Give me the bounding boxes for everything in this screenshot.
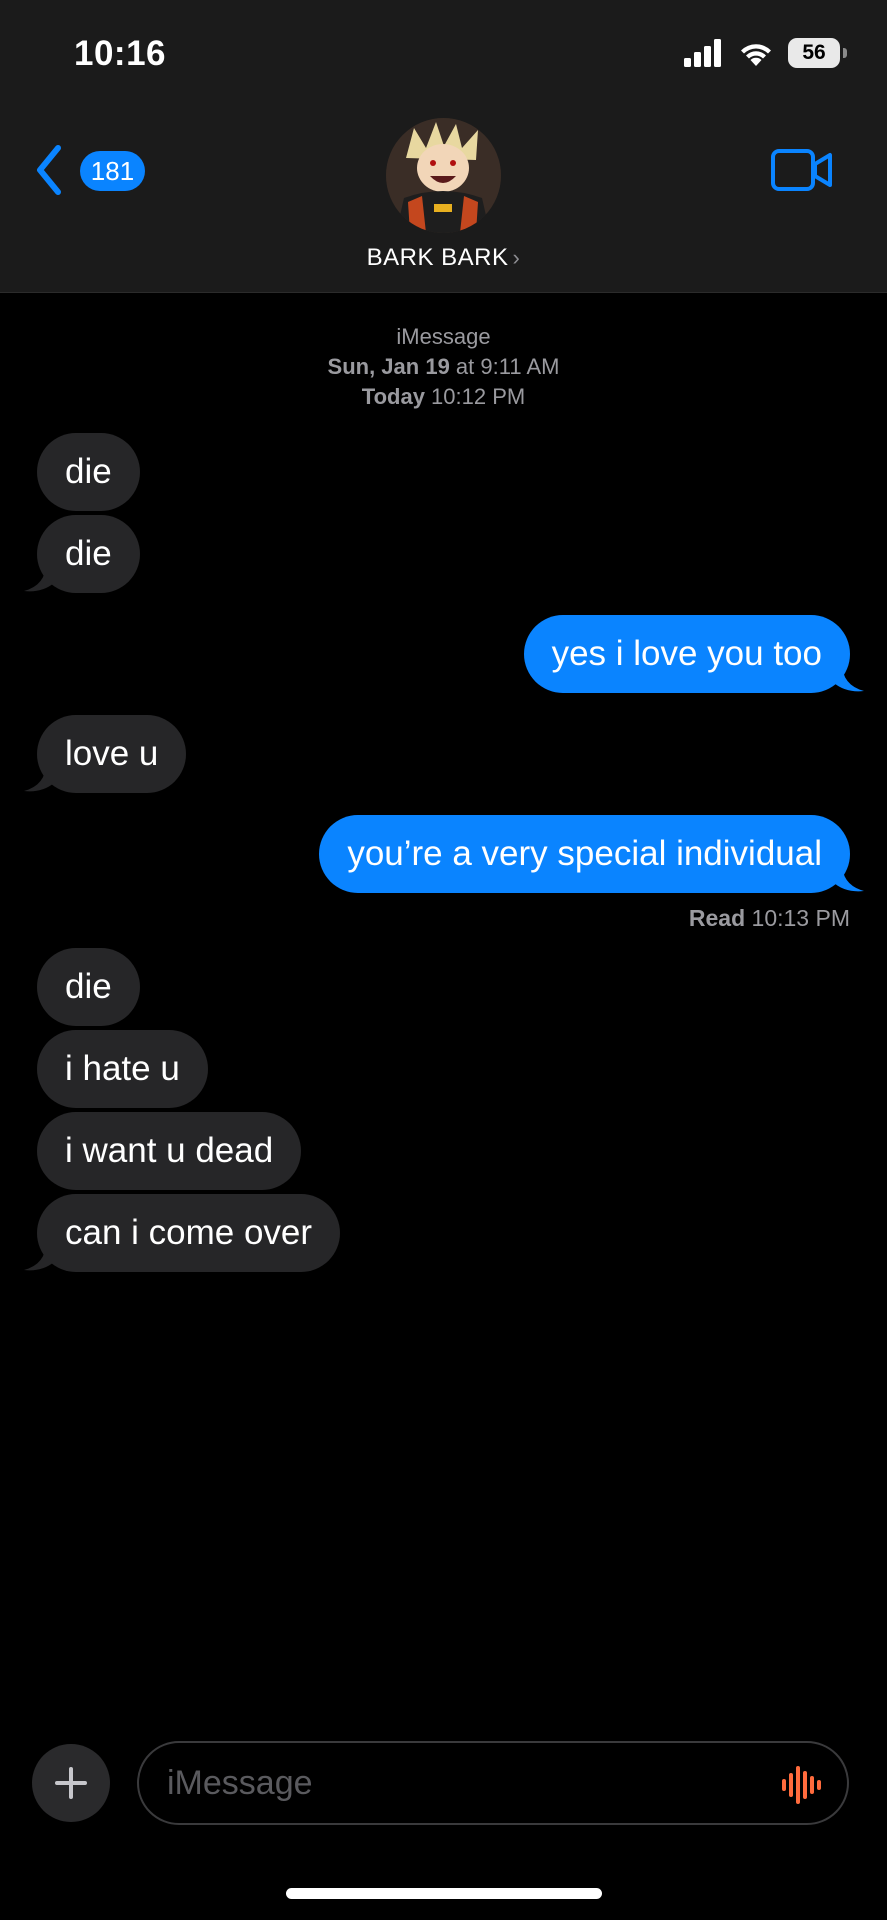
first-date-day: Sun, Jan 19 — [327, 354, 450, 379]
message-bubble-received[interactable]: love u — [37, 715, 187, 793]
back-chevron-icon[interactable] — [34, 144, 64, 196]
unread-count-badge[interactable]: 181 — [80, 151, 145, 191]
video-camera-icon[interactable] — [770, 148, 834, 192]
signal-icon — [684, 39, 721, 67]
message-text: i want u dead — [65, 1131, 274, 1170]
first-message-date: Sun, Jan 19 at 9:11 AM — [0, 352, 887, 382]
read-label: Read — [688, 905, 746, 931]
service-label: iMessage — [396, 324, 491, 349]
message-bubble-received[interactable]: die — [37, 948, 140, 1026]
message-bubble-sent[interactable]: you’re a very special individual — [319, 815, 850, 893]
bubble-tail — [834, 863, 864, 892]
message-text: die — [65, 967, 112, 1006]
battery-nub — [843, 48, 847, 58]
today-time: 10:12 PM — [424, 384, 526, 409]
message-text: you’re a very special individual — [347, 834, 822, 873]
wifi-icon — [741, 44, 771, 66]
thread-header: iMessage Sun, Jan 19 at 9:11 AM Today 10… — [0, 322, 887, 412]
message-text: die — [65, 452, 112, 491]
message-text: can i come over — [65, 1213, 313, 1252]
plus-icon — [55, 1767, 87, 1799]
contact-name-text[interactable]: BARK BARK — [367, 244, 509, 271]
message-bubble-received[interactable]: can i come over — [37, 1194, 341, 1272]
apps-plus-button[interactable] — [32, 1744, 110, 1822]
today-label: Today — [361, 384, 425, 409]
bubble-tail — [24, 763, 54, 792]
message-text: die — [65, 534, 112, 573]
status-bar: 10:16 56 — [0, 0, 887, 110]
contact-chevron-icon: › — [512, 245, 521, 270]
status-time: 10:16 — [74, 34, 167, 73]
message-text: i hate u — [65, 1049, 180, 1088]
message-input[interactable]: iMessage — [137, 1741, 849, 1825]
today-date: Today 10:12 PM — [0, 382, 887, 412]
message-input-placeholder: iMessage — [167, 1764, 313, 1802]
message-bubble-received[interactable]: i hate u — [37, 1030, 208, 1108]
message-bubble-received[interactable]: i want u dead — [37, 1112, 302, 1190]
first-date-time: at 9:11 AM — [449, 354, 560, 379]
audio-waveform-icon[interactable] — [781, 1765, 823, 1805]
contact-name[interactable]: BARK BARK › — [0, 244, 887, 272]
bubble-tail — [834, 663, 864, 692]
read-receipt: Read 10:13 PM — [689, 905, 850, 932]
battery-level: 56 — [802, 41, 826, 64]
message-bubble-sent[interactable]: yes i love you too — [523, 615, 850, 693]
bubble-tail — [24, 563, 54, 592]
conversation-header: 181 BARK BARK › — [0, 110, 887, 293]
status-icons: 56 — [684, 38, 847, 68]
battery-icon: 56 — [788, 38, 840, 68]
bubble-tail — [24, 1242, 54, 1271]
message-bubble-received[interactable]: die — [37, 433, 140, 511]
contact-avatar[interactable] — [386, 118, 501, 233]
message-text: yes i love you too — [551, 634, 822, 673]
home-indicator[interactable] — [286, 1888, 602, 1899]
message-text: love u — [65, 734, 159, 773]
read-time: 10:13 PM — [745, 905, 850, 931]
